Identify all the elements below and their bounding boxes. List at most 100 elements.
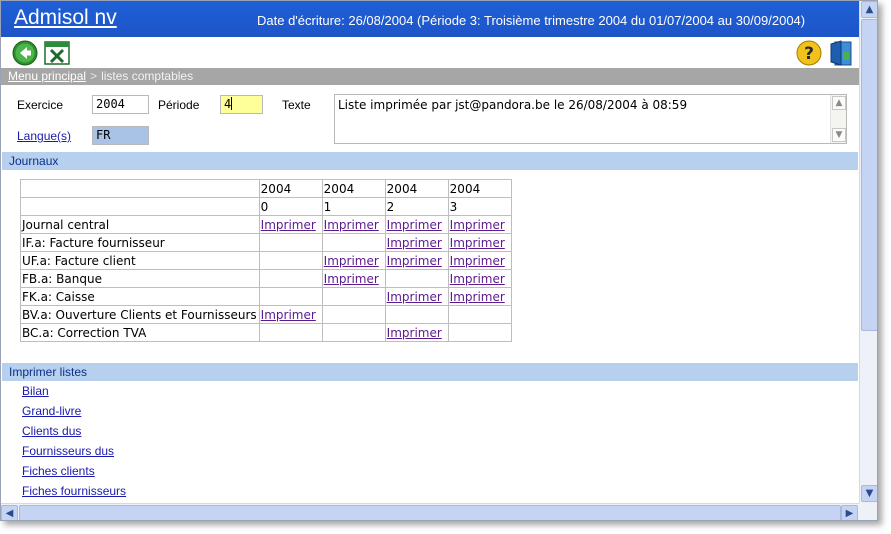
journal-name: BC.a: Correction TVA (20, 323, 260, 342)
vertical-scrollbar[interactable]: ▲ ▼ (859, 1, 877, 503)
journal-name: FK.a: Caisse (20, 287, 260, 306)
table-cell: Imprimer (447, 251, 512, 270)
table-row: BC.a: Correction TVA Imprimer (20, 323, 512, 342)
table-cell (447, 323, 512, 342)
imprimer-listes-section-header: Imprimer listes (2, 363, 858, 381)
table-cell (258, 251, 323, 270)
journaux-table: 2004 2004 2004 2004 0 1 2 3 Journal central Impri… (20, 179, 512, 342)
texte-textarea[interactable]: Liste imprimée par jst@pandora.be le 26/… (334, 94, 847, 144)
periode-field[interactable]: 4 (220, 95, 263, 114)
imprimer-link[interactable]: Imprimer (450, 254, 505, 268)
scroll-right-icon[interactable]: ▶ (841, 505, 858, 520)
imprimer-link[interactable]: Imprimer (387, 254, 442, 268)
table-cell: Imprimer (321, 269, 386, 288)
table-cell (384, 269, 449, 288)
app-title[interactable]: Admisol nv (14, 6, 117, 30)
exit-door-icon[interactable] (828, 40, 854, 66)
journal-name: Journal central (20, 215, 260, 234)
table-cell: Imprimer (447, 215, 512, 234)
texte-scrollbar[interactable]: ▲ ▼ (830, 95, 846, 143)
table-cell (321, 305, 386, 324)
table-cell: Imprimer (447, 233, 512, 252)
table-header-row-year: 2004 2004 2004 2004 (20, 179, 512, 198)
table-cell: Imprimer (384, 233, 449, 252)
imprimer-link[interactable]: Imprimer (450, 272, 505, 286)
table-cell: Imprimer (447, 287, 512, 306)
column-year-header: 2004 (447, 179, 512, 198)
table-cell (258, 233, 323, 252)
column-period-header: 2 (384, 197, 449, 216)
horizontal-scroll-thumb[interactable] (19, 505, 841, 520)
texte-scroll-up-icon[interactable]: ▲ (832, 96, 846, 110)
column-year-header: 2004 (384, 179, 449, 198)
breadcrumb-current: listes comptables (101, 69, 194, 83)
vertical-scroll-thumb[interactable] (861, 19, 877, 331)
scroll-down-icon[interactable]: ▼ (861, 485, 877, 502)
imprimer-link[interactable]: Imprimer (450, 218, 505, 232)
imprimer-link[interactable]: Imprimer (387, 236, 442, 250)
table-cell: Imprimer (258, 305, 323, 324)
text-cursor (231, 97, 233, 110)
table-cell: Imprimer (384, 323, 449, 342)
periode-label: Période (158, 98, 200, 112)
table-corner-cell (20, 179, 260, 198)
table-row: UF.a: Facture client Imprimer Imprimer Impr… (20, 251, 512, 270)
imprimer-link[interactable]: Imprimer (387, 218, 442, 232)
table-cell (258, 269, 323, 288)
table-cell: Imprimer (321, 251, 386, 270)
breadcrumb: Menu principal > listes comptables (1, 68, 859, 85)
breadcrumb-home-link[interactable]: Menu principal (8, 69, 86, 83)
list-link-fournisseurs-dus[interactable]: Fournisseurs dus (22, 444, 114, 458)
langue-field[interactable]: FR (92, 126, 149, 145)
journal-name: UF.a: Facture client (20, 251, 260, 270)
texte-scroll-down-icon[interactable]: ▼ (832, 128, 846, 142)
list-link-bilan[interactable]: Bilan (22, 384, 49, 398)
scrollbar-corner (859, 503, 877, 520)
journal-name: BV.a: Ouverture Clients et Fournisseurs (20, 305, 260, 324)
table-cell (258, 287, 323, 306)
imprimer-link[interactable]: Imprimer (324, 218, 379, 232)
table-cell (321, 323, 386, 342)
table-row: BV.a: Ouverture Clients et Fournisseurs I… (20, 305, 512, 324)
imprimer-link[interactable]: Imprimer (324, 272, 379, 286)
imprimer-link[interactable]: Imprimer (387, 326, 442, 340)
imprimer-link[interactable]: Imprimer (261, 218, 316, 232)
svg-text:?: ? (804, 44, 814, 64)
exercice-label: Exercice (17, 98, 64, 112)
imprimer-link[interactable]: Imprimer (324, 254, 379, 268)
imprimer-link[interactable]: Imprimer (450, 290, 505, 304)
exercice-field[interactable]: 2004 (92, 95, 149, 114)
table-cell: Imprimer (321, 215, 386, 234)
imprimer-link[interactable]: Imprimer (450, 236, 505, 250)
texte-value: Liste imprimée par jst@pandora.be le 26/… (338, 98, 688, 112)
horizontal-scrollbar[interactable]: ◀ ▶ (1, 503, 859, 520)
table-corner-cell (20, 197, 260, 216)
journal-name: FB.a: Banque (20, 269, 260, 288)
table-cell: Imprimer (384, 251, 449, 270)
langue-link[interactable]: Langue(s) (17, 129, 71, 143)
table-cell: Imprimer (384, 215, 449, 234)
excel-icon[interactable] (44, 40, 70, 66)
list-link-fiches-clients[interactable]: Fiches clients (22, 464, 95, 478)
list-link-fiches-fournisseurs[interactable]: Fiches fournisseurs (22, 484, 126, 498)
imprimer-link[interactable]: Imprimer (261, 308, 316, 322)
journaux-section-header: Journaux (2, 152, 858, 170)
toolbar: ? (1, 37, 859, 68)
back-arrow-icon[interactable] (12, 40, 38, 66)
scroll-up-icon[interactable]: ▲ (861, 1, 877, 18)
help-icon[interactable]: ? (796, 40, 822, 66)
list-link-grand-livre[interactable]: Grand-livre (22, 404, 81, 418)
list-link-clients-dus[interactable]: Clients dus (22, 424, 81, 438)
periode-value: 4 (224, 97, 232, 111)
table-cell (258, 323, 323, 342)
table-header-row-period: 0123 (20, 197, 512, 216)
app-window: Admisol nv Date d'écriture: 26/08/2004 (… (0, 0, 878, 521)
column-year-header: 2004 (321, 179, 386, 198)
table-cell: Imprimer (447, 269, 512, 288)
table-row: FK.a: Caisse Imprimer Imprimer (20, 287, 512, 306)
column-period-header: 0 (258, 197, 323, 216)
table-cell: Imprimer (384, 287, 449, 306)
scroll-left-icon[interactable]: ◀ (1, 505, 18, 520)
table-cell (321, 287, 386, 306)
imprimer-link[interactable]: Imprimer (387, 290, 442, 304)
